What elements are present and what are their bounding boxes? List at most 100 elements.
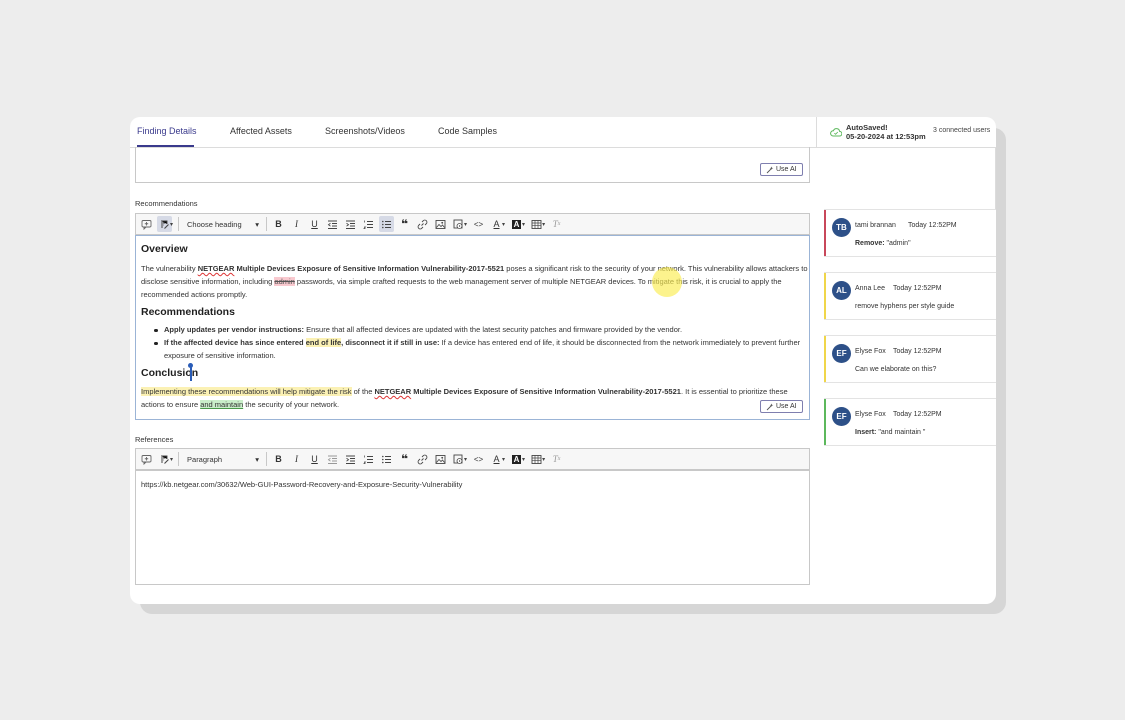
chevron-down-icon[interactable]: ▾ [170,221,173,228]
add-comment-button[interactable] [139,216,154,232]
image-icon [435,454,446,464]
reference-url: https://kb.netgear.com/30632/Web-GUI-Pas… [141,480,463,489]
comment-author: Elyse Fox [855,348,886,355]
comment-status-bar [824,399,826,445]
link-button[interactable] [415,216,430,232]
image-button[interactable] [433,451,448,467]
comment-card[interactable]: TB tami brannan Today 12:52PM Remove: "a… [824,209,996,257]
references-toolbar: ▾ Paragraph ▾ B I U ❝ ▾ <> A ▾ A ▾ ▾ Tx [135,448,810,470]
separator [178,217,180,231]
separator [178,452,180,466]
commented-text[interactable]: Implementing these recommendations will … [141,387,352,396]
comment-author: Anna Lee [855,285,885,292]
commented-text[interactable]: end of life [305,338,342,347]
inserted-text[interactable]: and maintain [200,399,244,409]
comment-body: remove hyphens per style guide [855,303,955,310]
underline-button[interactable]: U [307,451,322,467]
image-icon [435,219,446,229]
separator [266,217,268,231]
indent-icon [346,455,356,464]
chevron-down-icon: ▾ [255,454,260,464]
paragraph-select[interactable]: Paragraph ▾ [183,452,263,467]
bulleted-list-icon [382,220,392,228]
track-changes-icon [161,220,169,229]
use-ai-button[interactable]: Use AI [760,163,803,176]
tab-finding-details[interactable]: Finding Details [137,126,197,136]
clear-format-button[interactable]: Tx [549,216,564,232]
indent-button[interactable] [343,451,358,467]
indent-button[interactable] [343,216,358,232]
comment-card[interactable]: AL Anna Lee Today 12:52PM remove hyphens… [824,272,996,320]
link-icon [417,454,428,464]
media-icon [453,454,463,464]
add-comment-button[interactable] [139,451,154,467]
quote-button[interactable]: ❝ [397,451,412,467]
chevron-down-icon[interactable]: ▾ [522,221,525,228]
media-icon [453,219,463,229]
comment-body: Remove: "admin" [855,240,911,247]
bulleted-list-button[interactable] [379,216,395,232]
chevron-down-icon: ▾ [255,219,260,229]
bold-button[interactable]: B [271,216,286,232]
underline-button[interactable]: U [307,216,322,232]
table-icon [531,219,542,229]
avatar: EF [832,344,851,363]
chevron-down-icon[interactable]: ▾ [542,221,545,228]
heading-select[interactable]: Choose heading ▾ [183,217,263,232]
references-editor[interactable]: https://kb.netgear.com/30632/Web-GUI-Pas… [135,470,810,585]
image-button[interactable] [433,216,448,232]
recommendations-editor[interactable]: Overview The vulnerability NETGEAR Multi… [135,235,810,420]
clear-format-button[interactable]: Tx [549,451,564,467]
text-cursor [190,366,192,381]
code-button[interactable]: <> [471,451,486,467]
italic-button[interactable]: I [289,216,304,232]
numbered-list-button[interactable] [361,451,376,467]
avatar: AL [832,281,851,300]
list-item: If the affected device has since entered… [154,337,804,363]
avatar: TB [832,218,851,237]
recommendations-heading: Recommendations [141,306,235,318]
code-button[interactable]: <> [471,216,486,232]
connected-users[interactable]: 3 connected users [933,127,990,134]
outdent-button[interactable] [325,451,340,467]
divider [816,117,817,148]
chevron-down-icon[interactable]: ▾ [170,456,173,463]
chevron-down-icon[interactable]: ▾ [464,221,467,228]
bold-button[interactable]: B [271,451,286,467]
chevron-down-icon[interactable]: ▾ [464,456,467,463]
bulleted-list-button[interactable] [379,451,394,467]
conclusion-paragraph: Implementing these recommendations will … [141,387,788,409]
italic-button[interactable]: I [289,451,304,467]
deleted-text[interactable]: admin [274,276,295,286]
comment-author: Elyse Fox [855,411,886,418]
chevron-down-icon[interactable]: ▾ [522,456,525,463]
quote-button[interactable]: ❝ [397,216,412,232]
outdent-button[interactable] [325,216,340,232]
chevron-down-icon[interactable]: ▾ [502,456,505,463]
recommendations-label: Recommendations [135,199,198,208]
link-icon [417,219,428,229]
comment-time: Today 12:52PM [893,348,942,355]
comment-plus-icon [141,454,152,465]
comment-body: Insert: "and maintain " [855,429,926,436]
autosave-label: AutoSaved! [846,123,888,132]
comment-status-bar [824,210,826,256]
numbered-list-icon [363,220,374,229]
tab-code-samples[interactable]: Code Samples [438,126,497,136]
tab-affected-assets[interactable]: Affected Assets [230,126,292,136]
chevron-down-icon[interactable]: ▾ [542,456,545,463]
comment-card[interactable]: EF Elyse Fox Today 12:52PM Insert: "and … [824,398,996,446]
editor-card: Finding Details Affected Assets Screensh… [130,117,996,604]
autosave-status: AutoSaved! 05-20-2024 at 12:53pm [830,123,926,141]
use-ai-button[interactable]: Use AI [760,400,803,413]
magic-wand-icon [766,403,774,410]
previous-editor-box[interactable]: Use AI [135,147,810,183]
comment-time: Today 12:52PM [893,411,942,418]
link-button[interactable] [415,451,430,467]
comment-card[interactable]: EF Elyse Fox Today 12:52PM Can we elabor… [824,335,996,383]
numbered-list-button[interactable] [361,216,376,232]
recommendations-toolbar: ▾ Choose heading ▾ B I U ❝ ▾ <> A ▾ A ▾ … [135,213,810,235]
chevron-down-icon[interactable]: ▾ [502,221,505,228]
magic-wand-icon [766,166,774,173]
tab-screenshots-videos[interactable]: Screenshots/Videos [325,126,405,136]
